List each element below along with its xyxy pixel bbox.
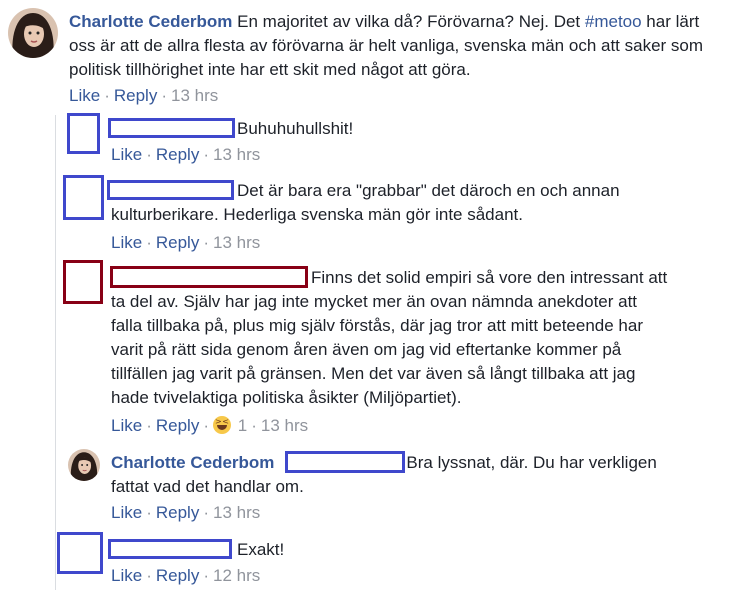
timestamp[interactable]: 13 hrs [171, 86, 218, 105]
reply-button[interactable]: Reply [114, 86, 157, 105]
reaction-count[interactable]: 1 [238, 416, 247, 435]
reply-actions: Like · Reply · 13 hrs [111, 233, 261, 252]
reply-button[interactable]: Reply [156, 566, 199, 585]
redacted-avatar [57, 532, 103, 574]
like-button[interactable]: Like [111, 566, 142, 585]
reply-text-content: Exakt! [237, 540, 285, 559]
avatar[interactable] [8, 8, 58, 58]
reply-text-content: Det är bara era "grabbar" det däroch en … [111, 181, 620, 224]
redacted-name [108, 118, 235, 138]
reply-text-content: Finns det solid empiri så vore den intre… [111, 268, 668, 407]
avatar-photo-icon [8, 8, 58, 58]
main-comment-body: Charlotte Cederbom En majoritet av vilka… [69, 10, 729, 82]
reply-text: Finns det solid empiri så vore den intre… [111, 266, 671, 410]
redacted-name [108, 539, 232, 559]
hashtag-link[interactable]: #metoo [585, 12, 642, 31]
reply-text-content: Buhuhuhullshit! [237, 119, 354, 138]
like-button[interactable]: Like [69, 86, 100, 105]
like-button[interactable]: Like [111, 503, 142, 522]
reply-text: Exakt! [237, 538, 284, 562]
reply-actions: Like·Reply· 1·13 hrs [111, 416, 308, 436]
reply-body: Charlotte Cederbom Bra lyssnat, där. Du h… [111, 451, 681, 499]
comment-actions: Like · Reply · 13 hrs [69, 86, 219, 105]
reply-actions: Like · Reply · 12 hrs [111, 566, 261, 585]
like-button[interactable]: Like [111, 416, 142, 435]
timestamp[interactable]: 13 hrs [261, 416, 308, 435]
reply-button[interactable]: Reply [156, 416, 199, 435]
redacted-avatar [63, 175, 104, 220]
timestamp[interactable]: 12 hrs [213, 566, 260, 585]
reply-text: Buhuhuhullshit! [237, 117, 353, 141]
reply-button[interactable]: Reply [156, 503, 199, 522]
like-button[interactable]: Like [111, 233, 142, 252]
redacted-avatar [67, 113, 100, 154]
timestamp[interactable]: 13 hrs [213, 233, 260, 252]
like-button[interactable]: Like [111, 145, 142, 164]
comment-author[interactable]: Charlotte Cederbom [111, 453, 274, 472]
reply-button[interactable]: Reply [156, 233, 199, 252]
reply-actions: Like · Reply · 13 hrs [111, 503, 261, 522]
comment-author[interactable]: Charlotte Cederbom [69, 12, 232, 31]
reply-actions: Like · Reply · 13 hrs [111, 145, 261, 164]
reply-text: Det är bara era "grabbar" det däroch en … [111, 179, 671, 227]
comment-text-prefix: En majoritet av vilka då? Förövarna? Nej… [237, 12, 585, 31]
reply-button[interactable]: Reply [156, 145, 199, 164]
avatar[interactable] [68, 449, 100, 481]
avatar-photo-icon [68, 449, 100, 481]
timestamp[interactable]: 13 hrs [213, 145, 260, 164]
haha-emoji-icon[interactable] [213, 416, 231, 434]
redacted-avatar [63, 260, 103, 304]
timestamp[interactable]: 13 hrs [213, 503, 260, 522]
thread-line [55, 115, 56, 590]
